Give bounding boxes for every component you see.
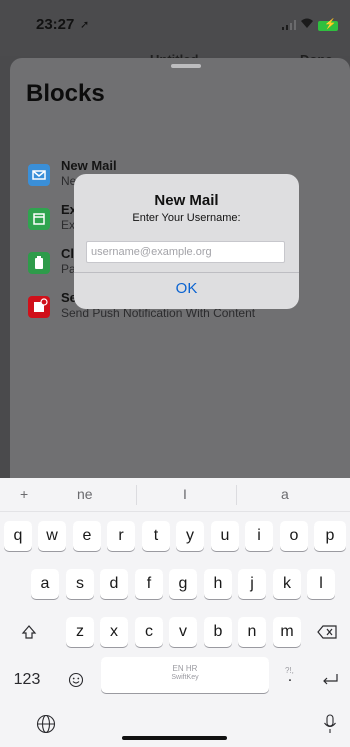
key-w[interactable]: w — [38, 521, 66, 551]
calendar-icon — [28, 208, 50, 230]
return-icon — [323, 674, 338, 685]
return-key[interactable] — [314, 665, 346, 695]
battery-icon: ⚡ — [318, 19, 338, 31]
microphone-key[interactable] — [318, 709, 342, 739]
location-arrow-icon: ➚ — [80, 19, 90, 31]
key-r[interactable]: r — [107, 521, 135, 551]
prediction-center[interactable]: I — [183, 486, 187, 502]
prediction-left[interactable]: ne — [77, 486, 93, 502]
sheet-grabber[interactable] — [171, 64, 201, 68]
alert-message: Enter Your Username: — [132, 212, 241, 224]
ok-button[interactable]: OK — [74, 273, 299, 309]
block-item-name: Cl — [61, 246, 74, 261]
key-f[interactable]: f — [135, 569, 163, 599]
key-i[interactable]: i — [245, 521, 273, 551]
emoji-key[interactable] — [60, 665, 92, 695]
alert-title: New Mail — [154, 192, 219, 209]
backspace-icon — [317, 625, 337, 639]
shift-icon — [21, 625, 37, 639]
keyboard: + ne I a q w e r t y u i o p a s d f g h… — [0, 478, 350, 747]
key-d[interactable]: d — [100, 569, 128, 599]
microphone-icon — [324, 714, 336, 733]
notification-icon — [28, 296, 50, 318]
key-l[interactable]: l — [307, 569, 335, 599]
key-g[interactable]: g — [169, 569, 197, 599]
signal-icon — [282, 20, 296, 30]
numbers-key[interactable]: 123 — [6, 665, 48, 695]
key-v[interactable]: v — [169, 617, 197, 647]
key-x[interactable]: x — [100, 617, 128, 647]
key-a[interactable]: a — [31, 569, 59, 599]
wifi-icon — [300, 17, 314, 32]
key-k[interactable]: k — [273, 569, 301, 599]
globe-icon — [36, 714, 56, 734]
key-y[interactable]: y — [176, 521, 204, 551]
new-mail-alert: New Mail Enter Your Username: OK — [74, 174, 299, 309]
key-o[interactable]: o — [280, 521, 308, 551]
space-brand: SwiftKey — [171, 674, 199, 681]
key-j[interactable]: j — [238, 569, 266, 599]
key-n[interactable]: n — [238, 617, 266, 647]
username-input[interactable] — [86, 241, 285, 263]
page-title: Blocks — [26, 80, 105, 107]
block-item-name: New Mail — [61, 158, 117, 173]
key-m[interactable]: m — [273, 617, 301, 647]
key-u[interactable]: u — [211, 521, 239, 551]
punctuation-hint: ?!, — [285, 666, 294, 675]
prediction-right[interactable]: a — [281, 486, 289, 502]
key-t[interactable]: t — [142, 521, 170, 551]
key-e[interactable]: e — [73, 521, 101, 551]
globe-key[interactable] — [32, 709, 60, 739]
key-q[interactable]: q — [4, 521, 32, 551]
block-item-desc: Ex — [61, 218, 76, 232]
prediction-bar: + ne I a — [0, 478, 350, 512]
prediction-divider — [236, 485, 237, 505]
key-h[interactable]: h — [204, 569, 232, 599]
status-bar: 23:27 ➚ ⚡ — [0, 0, 350, 56]
key-c[interactable]: c — [135, 617, 163, 647]
key-z[interactable]: z — [66, 617, 94, 647]
mail-icon — [28, 164, 50, 186]
clipboard-icon — [28, 252, 50, 274]
shift-key[interactable] — [12, 617, 46, 647]
backspace-key[interactable] — [308, 617, 346, 647]
punctuation-key[interactable]: ?!, . — [276, 665, 304, 695]
prediction-plus[interactable]: + — [20, 486, 28, 502]
key-b[interactable]: b — [204, 617, 232, 647]
space-language: EN HR — [172, 664, 198, 673]
space-key[interactable]: EN HR SwiftKey — [101, 657, 269, 693]
status-time: 23:27 — [36, 16, 75, 33]
key-s[interactable]: s — [66, 569, 94, 599]
prediction-divider — [136, 485, 137, 505]
emoji-icon — [68, 672, 84, 688]
home-indicator[interactable] — [122, 736, 227, 740]
key-p[interactable]: p — [314, 521, 346, 551]
